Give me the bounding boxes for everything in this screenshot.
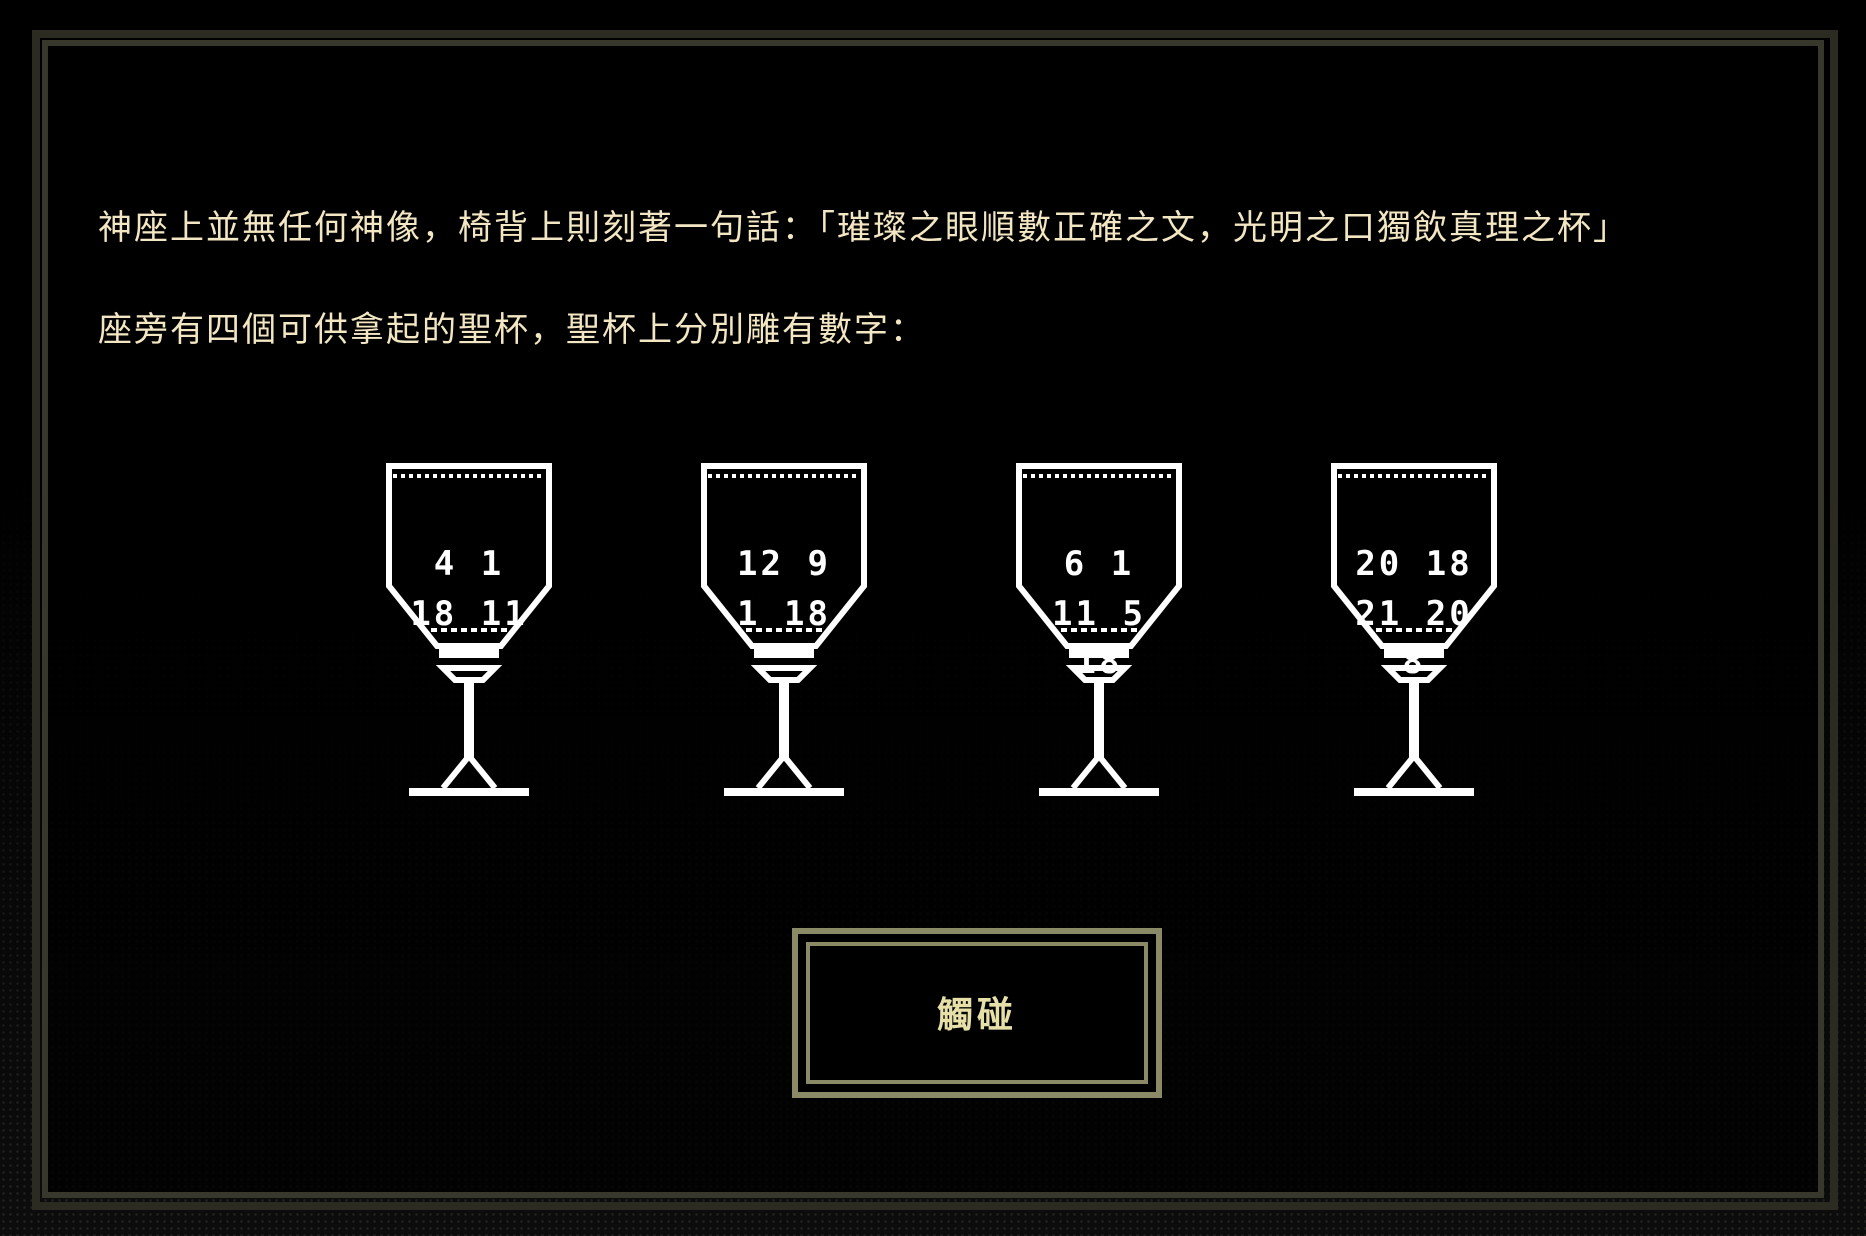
goblet-number-row: 8 [1402, 642, 1426, 682]
goblet-icon [701, 463, 867, 796]
goblet-4[interactable]: 20 18 21 20 8 [1324, 456, 1504, 836]
goblet-1[interactable]: 4 1 18 11 [379, 456, 559, 836]
goblet-number-row: 1 18 [737, 594, 831, 634]
chalice-description-text: 座旁有四個可供拿起的聖杯，聖杯上分別雕有數字： [98, 310, 926, 350]
goblet-number-row: 20 18 [1355, 544, 1473, 584]
goblet-number-row: 6 1 [1063, 544, 1135, 584]
goblet-2[interactable]: 12 9 1 18 [694, 456, 874, 836]
goblet-3[interactable]: 6 1 11 5 18 [1009, 456, 1189, 836]
goblet-number-row: 18 [1075, 642, 1123, 682]
goblet-number-row: 12 9 [737, 544, 831, 584]
touch-button[interactable]: 觸碰 [792, 928, 1162, 1098]
goblet-icon [386, 463, 552, 796]
goblet-number-row: 21 20 [1355, 594, 1473, 634]
goblet-number-row: 4 1 [433, 544, 505, 584]
inscription-text: 神座上並無任何神像，椅背上則刻著一句話：「璀璨之眼順數正確之文，光明之口獨飲真理… [98, 208, 1629, 248]
goblet-number-row: 11 5 [1052, 594, 1146, 634]
dialog-panel: 神座上並無任何神像，椅背上則刻著一句話：「璀璨之眼順數正確之文，光明之口獨飲真理… [54, 50, 1812, 1185]
goblet-number-row: 18 11 [410, 594, 528, 634]
touch-button-label: 觸碰 [936, 995, 1017, 1036]
